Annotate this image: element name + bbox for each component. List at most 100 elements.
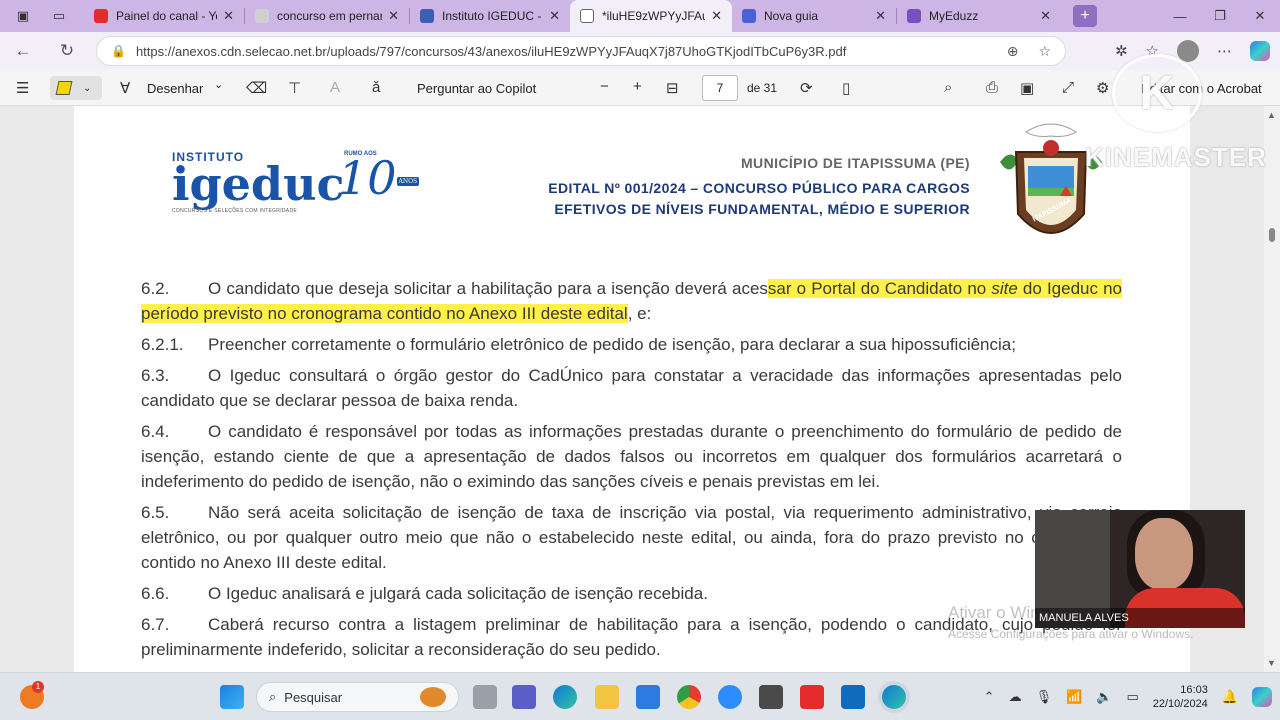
minimize-icon[interactable]: — [1160,0,1200,32]
favorite-star-icon[interactable]: ☆ [1038,43,1051,60]
onedrive-icon[interactable]: ☁ [1009,689,1022,705]
tab-actions-icon[interactable]: ▭ [48,5,70,27]
close-tab-icon[interactable]: ✕ [549,8,560,24]
chrome-icon[interactable] [677,685,701,709]
system-clock[interactable]: 16:03 22/10/2024 [1153,683,1208,711]
tab-nova-guia[interactable]: Nova guia ✕ [732,0,896,32]
system-tray: ⌃ ☁ 🎙 📶 🔈 ▭ 16:03 22/10/2024 🔔 [984,673,1272,720]
url-field[interactable]: 🔒 https://anexos.cdn.selecao.net.br/uplo… [96,36,1066,66]
search-favicon-icon [255,9,269,23]
chevron-down-icon: ⌄ [83,82,92,94]
close-tab-icon[interactable]: ✕ [223,8,234,24]
edge-icon[interactable] [553,685,577,709]
edital-heading-line2: EFETIVOS DE NÍVEIS FUNDAMENTAL, MÉDIO E … [554,201,970,217]
close-tab-icon[interactable]: ✕ [1040,8,1051,24]
chevron-down-icon[interactable]: ⌄ [214,78,223,91]
outlook-icon[interactable] [841,685,865,709]
more-menu-icon[interactable]: ⋯ [1217,42,1232,60]
rotate-icon[interactable]: ⟳ [800,79,813,97]
highlight-button[interactable]: ⌄ [50,76,102,100]
close-window-icon[interactable]: ✕ [1240,0,1280,32]
tab-myeduzz[interactable]: MyEduzz ✕ [897,0,1061,32]
page-view-icon[interactable]: ▯ [842,79,850,97]
refresh-icon[interactable]: ↻ [52,36,82,66]
tab-concurso-pernambuco[interactable]: concurso em pernambuco ✕ [245,0,409,32]
volume-icon[interactable]: 🔈 [1096,689,1112,705]
edital-heading-line1: EDITAL Nº 001/2024 – CONCURSO PÚBLICO PA… [548,180,970,196]
paragraph-6-4: 6.4. O candidato é responsável por todas … [141,419,1122,494]
workspaces-icon[interactable]: ▣ [12,5,34,27]
scroll-up-icon[interactable]: ▲ [1267,110,1276,120]
page-number-input[interactable]: 7 [702,75,738,101]
youtube-icon[interactable] [800,685,824,709]
paragraph-number: 6.7. [141,615,170,634]
tab-pdf-active[interactable]: *iluHE9zWPYyJFAuqX ✕ [570,0,732,32]
settings-gear-icon[interactable]: ⚙ [1096,79,1109,97]
clock-time: 16:03 [1180,684,1208,696]
paragraph-6-5: 6.5. Não será aceita solicitação de isenç… [141,500,1122,575]
scroll-down-icon[interactable]: ▼ [1267,658,1276,668]
teams-icon[interactable] [512,685,536,709]
windows-taskbar: 1 ⌕ Pesquisar ⌃ ☁ 🎙 📶 🔈 ▭ 16:03 22/10/20… [0,672,1280,720]
start-windows-icon[interactable] [220,685,244,709]
tab-title: Nova guia [764,9,819,23]
copilot-taskbar-icon[interactable] [1252,687,1272,707]
webcam-overlay: MANUELA ALVES [1035,510,1245,628]
kinemaster-watermark: KINEMASTER [1085,142,1267,172]
fullscreen-icon[interactable]: ⤢ [1062,79,1074,96]
window-controls: — ❐ ✕ [1160,0,1280,32]
paragraph-text: O Igeduc consultará o órgão gestor do Ca… [141,366,1122,410]
edge-active-icon[interactable] [882,685,906,709]
back-icon[interactable]: ← [8,36,38,66]
kinemaster-logo-icon: K [1112,54,1202,132]
search-icon: ⌕ [269,689,277,704]
zoom-out-icon[interactable]: − [600,78,609,95]
highlight-site-italic: site [991,279,1018,298]
paragraph-text: O candidato que deseja solicitar a habil… [208,279,768,298]
file-explorer-icon[interactable] [595,685,619,709]
fit-page-icon[interactable]: ⊟ [666,79,679,97]
municipality-heading: MUNICÍPIO DE ITAPISSUMA (PE) [741,155,970,171]
tab-youtube-studio[interactable]: Painel do canal - YouTube Studio ✕ [84,0,244,32]
zoom-in-icon[interactable]: + [633,78,642,95]
app-icon[interactable] [759,685,783,709]
restore-icon[interactable]: ❐ [1200,0,1240,32]
print-icon[interactable]: ⎙ [986,79,998,96]
logo-ten-number: 10 [338,151,397,205]
save-icon[interactable]: ▣ [1020,79,1034,97]
close-tab-icon[interactable]: ✕ [388,8,399,24]
close-tab-icon[interactable]: ✕ [711,8,722,24]
store-icon[interactable] [636,685,660,709]
contents-list-icon[interactable]: ☰ [16,79,29,97]
read-aloud-icon[interactable]: ǎ [372,79,380,96]
taskbar-search-box[interactable]: ⌕ Pesquisar [256,682,459,712]
copilot-icon[interactable] [1250,41,1270,61]
search-icon[interactable]: ⌕ [944,79,952,96]
text-size-icon[interactable]: A [330,79,340,96]
show-hidden-icons-icon[interactable]: ⌃ [984,689,995,705]
close-tab-icon[interactable]: ✕ [875,8,886,24]
scrollbar-thumb[interactable] [1269,228,1275,242]
new-tab-button[interactable]: + [1073,5,1097,27]
webcam-person-face [1135,518,1193,590]
extensions-icon[interactable]: ✲ [1115,42,1128,60]
notifications-bell-icon[interactable]: 🔔 [1222,689,1238,705]
text-box-icon[interactable]: ⊤ [288,79,301,97]
zoom-icon[interactable]: ⊕ [1007,43,1019,60]
wifi-icon[interactable]: 📶 [1066,689,1082,705]
draw-pen-icon[interactable]: ∀ [120,79,130,97]
tab-instituto-igeduc[interactable]: Instituto IGEDUC - Concursos ✕ [410,0,570,32]
search-highlight-icon [420,687,446,707]
ask-copilot-button[interactable]: Perguntar ao Copilot [417,81,536,96]
address-bar: ← ↻ 🔒 https://anexos.cdn.selecao.net.br/… [0,32,1280,70]
battery-icon[interactable]: ▭ [1126,689,1138,705]
task-view-icon[interactable] [473,685,497,709]
tab-title: Painel do canal - YouTube Studio [116,9,217,23]
pdf-scrollbar[interactable]: ▲ ▼ [1264,106,1280,672]
tab-title: MyEduzz [929,9,979,23]
draw-button[interactable]: Desenhar [147,81,203,96]
tab-title: Instituto IGEDUC - Concursos [442,9,543,23]
zoom-icon[interactable] [718,685,742,709]
microphone-icon[interactable]: 🎙 [1036,689,1053,705]
eraser-icon[interactable]: ⌫ [246,79,267,97]
